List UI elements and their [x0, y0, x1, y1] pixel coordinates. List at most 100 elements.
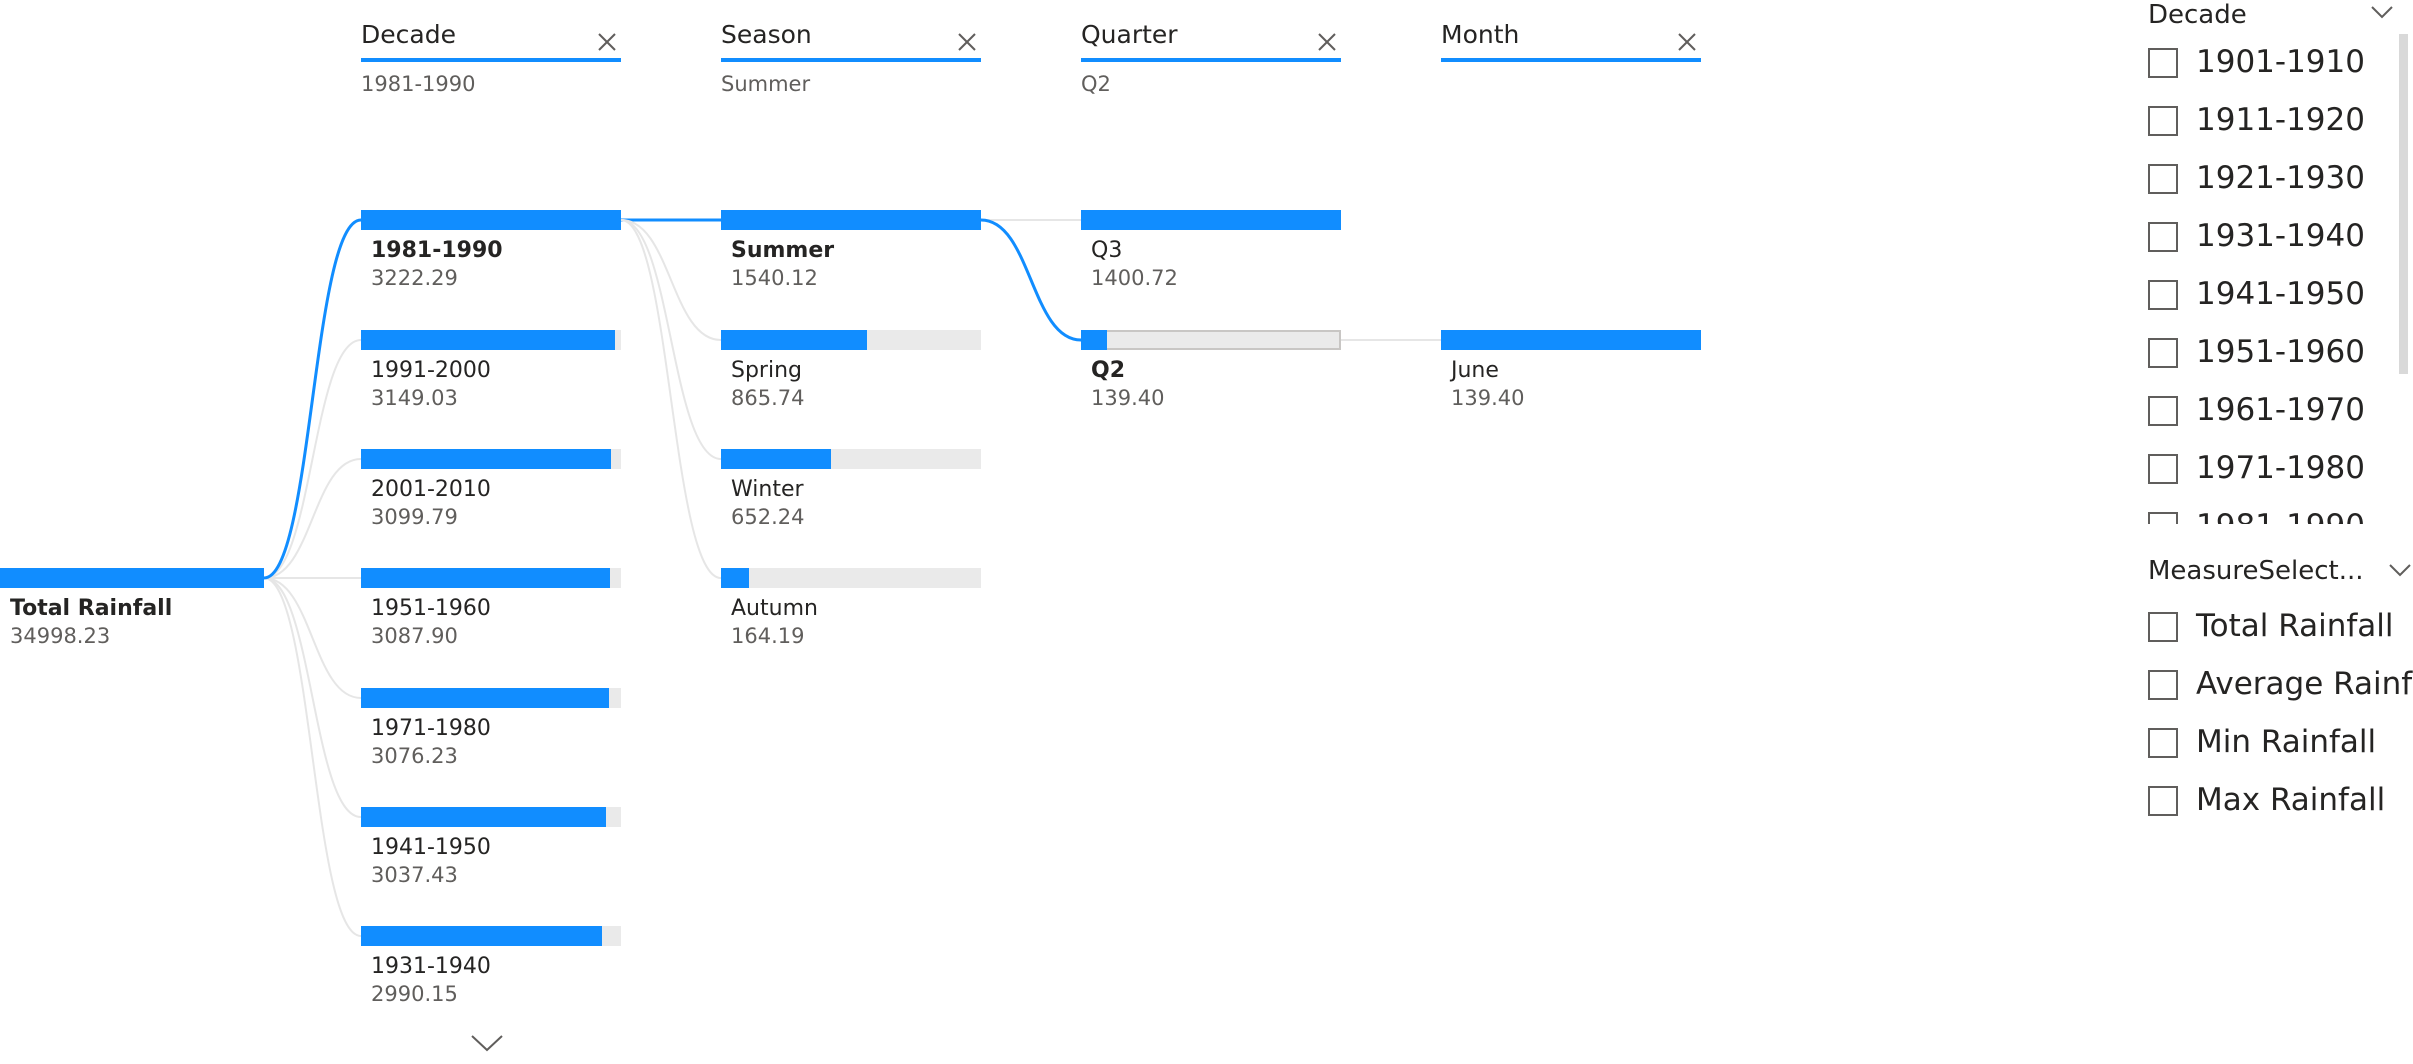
close-icon[interactable]	[597, 32, 617, 52]
tree-node[interactable]: 1991-2000 3149.03	[361, 330, 621, 420]
node-label: 1981-1990	[371, 238, 503, 263]
bar-fill	[361, 688, 609, 708]
level-header-decade: Decade 1981-1990	[361, 20, 621, 100]
tree-node[interactable]: Q2 139.40	[1081, 330, 1341, 420]
connector-line	[263, 458, 362, 579]
slicer-option[interactable]: Total Rainfall	[2148, 608, 2413, 648]
tree-node[interactable]: June 139.40	[1441, 330, 1701, 420]
connector-line-active	[263, 218, 362, 580]
connector-line-active	[980, 218, 1082, 342]
tree-node[interactable]: Winter 652.24	[721, 449, 981, 539]
level-header-quarter: Quarter Q2	[1081, 20, 1341, 100]
tree-node[interactable]: 2001-2010 3099.79	[361, 449, 621, 539]
checkbox[interactable]	[2148, 222, 2178, 252]
node-value: 139.40	[1091, 386, 1165, 410]
checkbox[interactable]	[2148, 728, 2178, 758]
decade-slicer-scrollbar[interactable]	[2399, 34, 2408, 374]
level-selection: 1981-1990	[361, 72, 476, 96]
option-label: Total Rainfall	[2196, 608, 2394, 644]
node-value: 164.19	[731, 624, 805, 648]
checkbox[interactable]	[2148, 612, 2178, 642]
option-label: 1931-1940	[2196, 218, 2365, 254]
slicer-option[interactable]: 1981-1990	[2148, 508, 2388, 524]
bar-fill	[721, 330, 867, 350]
connector-line	[263, 577, 362, 937]
node-value: 139.40	[1451, 386, 1525, 410]
decade-slicer-title: Decade	[2148, 0, 2247, 30]
node-label: Q3	[1091, 238, 1123, 263]
slicer-option[interactable]: 1951-1960	[2148, 334, 2388, 374]
checkbox[interactable]	[2148, 512, 2178, 524]
level-underline	[361, 58, 621, 62]
checkbox[interactable]	[2148, 396, 2178, 426]
checkbox[interactable]	[2148, 280, 2178, 310]
slicer-option[interactable]: 1941-1950	[2148, 276, 2388, 316]
tree-node[interactable]: 1931-1940 2990.15	[361, 926, 621, 1016]
slicer-option[interactable]: Min Rainfall	[2148, 724, 2413, 764]
checkbox[interactable]	[2148, 670, 2178, 700]
option-label: Average Rainfall	[2196, 666, 2413, 702]
close-icon[interactable]	[1317, 32, 1337, 52]
option-label: 1961-1970	[2196, 392, 2365, 428]
bar-fill	[721, 568, 749, 588]
measure-slicer-title: MeasureSelect...	[2148, 556, 2364, 586]
slicer-option[interactable]: Max Rainfall	[2148, 782, 2413, 822]
chevron-down-icon[interactable]	[2388, 562, 2412, 578]
checkbox[interactable]	[2148, 454, 2178, 484]
slicer-option[interactable]: 1961-1970	[2148, 392, 2388, 432]
tree-node[interactable]: Autumn 164.19	[721, 568, 981, 658]
bar-fill	[361, 330, 615, 350]
slicer-option[interactable]: 1971-1980	[2148, 450, 2388, 490]
chevron-down-icon[interactable]	[2370, 4, 2394, 20]
tree-node[interactable]: 1941-1950 3037.43	[361, 807, 621, 897]
node-label: June	[1451, 358, 1499, 383]
connector-line	[263, 577, 362, 699]
slicer-option[interactable]: 1901-1910	[2148, 44, 2388, 84]
slicer-option[interactable]: 1921-1930	[2148, 160, 2388, 200]
node-value: 3087.90	[371, 624, 458, 648]
tree-node[interactable]: Total Rainfall 34998.23	[0, 568, 264, 658]
node-label: 1971-1980	[371, 716, 491, 741]
tree-node[interactable]: Q3 1400.72	[1081, 210, 1341, 300]
close-icon[interactable]	[957, 32, 977, 52]
bar-fill	[1441, 330, 1701, 350]
level-header-month: Month	[1441, 20, 1701, 100]
option-label: Max Rainfall	[2196, 782, 2386, 818]
close-icon[interactable]	[1677, 32, 1697, 52]
checkbox[interactable]	[2148, 48, 2178, 78]
level-underline	[1441, 58, 1701, 62]
bar-fill	[361, 926, 602, 946]
slicer-option[interactable]: 1911-1920	[2148, 102, 2388, 142]
slicer-option[interactable]: 1931-1940	[2148, 218, 2388, 258]
checkbox[interactable]	[2148, 164, 2178, 194]
tree-node[interactable]: 1981-1990 3222.29	[361, 210, 621, 300]
level-selection: Summer	[721, 72, 811, 96]
option-label: 1971-1980	[2196, 450, 2365, 486]
tree-node[interactable]: 1951-1960 3087.90	[361, 568, 621, 658]
node-label: Q2	[1091, 358, 1126, 383]
checkbox[interactable]	[2148, 338, 2178, 368]
bar-fill	[361, 210, 621, 230]
connector-line	[263, 339, 362, 579]
option-label: 1941-1950	[2196, 276, 2365, 312]
level-title: Decade	[361, 20, 456, 49]
bar-fill	[361, 807, 606, 827]
option-label: 1921-1930	[2196, 160, 2365, 196]
node-label: Autumn	[731, 596, 818, 621]
option-label: 1981-1990	[2196, 508, 2365, 524]
tree-node[interactable]: Summer 1540.12	[721, 210, 981, 300]
connector-line	[620, 219, 722, 341]
bar-track	[721, 568, 981, 588]
node-label: Total Rainfall	[10, 596, 173, 621]
bar-fill	[721, 449, 831, 469]
tree-node[interactable]: 1971-1980 3076.23	[361, 688, 621, 778]
slicer-option[interactable]: Average Rainfall	[2148, 666, 2413, 706]
node-label: 2001-2010	[371, 477, 491, 502]
tree-node[interactable]: Spring 865.74	[721, 330, 981, 420]
scroll-more-chevron-icon[interactable]	[470, 1032, 504, 1058]
decade-slicer-list: 1901-1910 1911-1920 1921-1930 1931-1940 1941…	[2148, 44, 2388, 524]
node-label: Summer	[731, 238, 835, 263]
checkbox[interactable]	[2148, 106, 2178, 136]
checkbox[interactable]	[2148, 786, 2178, 816]
bar-fill	[721, 210, 981, 230]
